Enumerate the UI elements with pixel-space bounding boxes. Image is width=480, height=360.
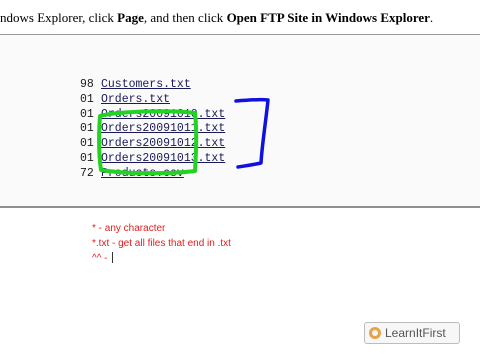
file-code: 01 — [80, 137, 94, 151]
file-link-customers[interactable]: Customers.txt — [101, 78, 191, 91]
instruction-suffix: . — [429, 10, 434, 25]
instruction-open-ftp-label: Open FTP Site in Windows Explorer — [226, 10, 430, 25]
note-txt-files: *.txt - get all files that end in .txt — [92, 238, 231, 249]
file-row: 01 Orders20091012.txt — [80, 137, 225, 152]
file-link-orders-20091010[interactable]: Orders20091010.txt — [101, 108, 225, 121]
file-code: 01 — [80, 122, 94, 136]
learnitfirst-logo: LearnItFirst — [364, 322, 460, 344]
file-code: 98 — [80, 78, 94, 91]
file-link-orders[interactable]: Orders.txt — [101, 93, 170, 106]
note-caret-text: ^^ - — [92, 253, 111, 264]
instruction-prefix: ndows Explorer, click — [0, 10, 118, 25]
file-link-orders-20091011[interactable]: Orders20091011.txt — [101, 122, 225, 135]
file-link-orders-20091012[interactable]: Orders20091012.txt — [101, 137, 225, 150]
file-row: 01 Orders20091010.txt — [80, 108, 225, 123]
file-row: 98 Customers.txt — [80, 78, 225, 93]
file-row: 01 Orders.txt — [80, 93, 225, 108]
instruction-text: ndows Explorer, click Page, and then cli… — [0, 10, 480, 26]
instruction-middle: , and then click — [143, 10, 227, 25]
note-caret-line[interactable]: ^^ - — [92, 252, 114, 264]
file-link-products[interactable]: Products.csv — [101, 167, 184, 180]
logo-text: LearnItFirst — [385, 326, 446, 340]
file-row: 01 Orders20091013.txt — [80, 152, 225, 167]
ftp-file-listing: 98 Customers.txt 01 Orders.txt 01 Orders200… — [80, 78, 225, 182]
note-any-character: * - any character — [92, 223, 166, 234]
file-code: 01 — [80, 92, 94, 106]
instruction-banner: ndows Explorer, click Page, and then cli… — [0, 0, 480, 35]
file-row: 72 Products.csv — [80, 167, 225, 182]
file-code: 01 — [80, 151, 94, 165]
file-code: 72 — [80, 166, 94, 180]
ftp-listing-pane: 98 Customers.txt 01 Orders.txt 01 Orders200… — [0, 35, 480, 206]
file-row: 01 Orders20091011.txt — [80, 122, 225, 137]
file-link-orders-20091013[interactable]: Orders20091013.txt — [101, 152, 225, 165]
instruction-page-label: Page — [117, 10, 144, 25]
file-code: 01 — [80, 107, 94, 121]
text-cursor — [112, 252, 114, 263]
logo-mark-icon — [369, 327, 381, 339]
